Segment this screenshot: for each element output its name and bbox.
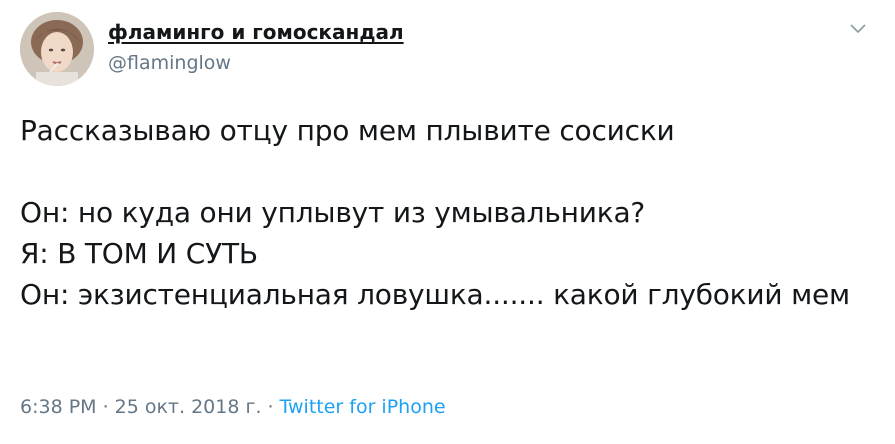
- meta-separator: ·: [267, 396, 274, 418]
- author-avatar[interactable]: [20, 12, 94, 86]
- author-handle[interactable]: @flaminglow: [108, 52, 231, 74]
- meta-separator: ·: [102, 396, 109, 418]
- tweet-meta: 6:38 PM · 25 окт. 2018 г. · Twitter for iPho…: [20, 396, 446, 418]
- tweet-text: Рассказываю отцу про мем плывите сосиски…: [20, 110, 870, 315]
- tweet-card: фламинго и гомоскандал @flaminglow Расск…: [0, 0, 895, 444]
- tweet-time[interactable]: 6:38 PM: [20, 396, 97, 418]
- tweet-text-line: Я: В ТОМ И СУТЬ: [20, 237, 258, 270]
- chevron-down-icon[interactable]: [848, 22, 868, 36]
- tweet-source-link[interactable]: Twitter for iPhone: [280, 396, 446, 418]
- author-display-name[interactable]: фламинго и гомоскандал: [108, 20, 404, 44]
- avatar-photo-icon: [20, 12, 94, 86]
- tweet-text-line: Он: но куда они уплывут из умывальника?: [20, 196, 646, 229]
- tweet-text-line: Он: экзистенциальная ловушка....... како…: [20, 278, 850, 311]
- tweet-text-line: Рассказываю отцу про мем плывите сосиски: [20, 114, 675, 147]
- tweet-date[interactable]: 25 окт. 2018 г.: [115, 396, 262, 418]
